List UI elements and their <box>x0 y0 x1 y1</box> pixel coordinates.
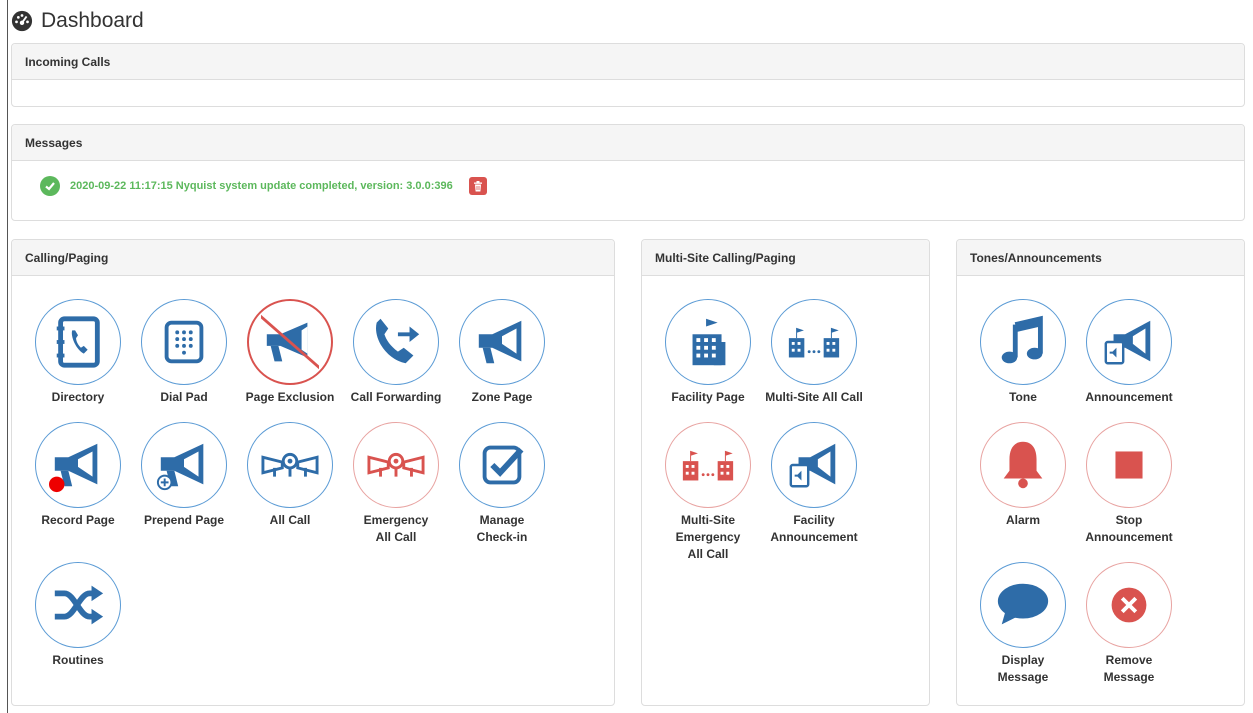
tones-announcements-header: Tones/Announcements <box>957 240 1244 276</box>
building-icon <box>692 318 726 366</box>
multi-building-emergency-icon <box>682 450 734 481</box>
stop-announcement-label: Stop Announcement <box>1085 513 1173 544</box>
all-call-tile[interactable]: All Call <box>240 422 340 529</box>
prepend-page-tile[interactable]: Prepend Page <box>134 422 234 529</box>
address-book-icon <box>56 316 100 368</box>
routines-label: Routines <box>52 653 104 667</box>
zone-page-tile[interactable]: Zone Page <box>452 299 552 406</box>
multi-building-icon <box>788 327 840 358</box>
announcement-tile[interactable]: Announcement <box>1079 299 1179 406</box>
facility-announcement-tile[interactable]: Facility Announcement <box>764 422 864 546</box>
tones-announcements-panel: Tones/Announcements Tone Announcement Al… <box>956 239 1245 706</box>
emergency-all-call-tile[interactable]: Emergency All Call <box>346 422 446 546</box>
display-message-label: Display Message <box>997 653 1049 684</box>
call-forwarding-label: Call Forwarding <box>350 390 442 404</box>
checkbox-icon <box>482 445 524 485</box>
megaphone-plus-icon <box>156 443 204 491</box>
record-page-tile[interactable]: Record Page <box>28 422 128 529</box>
trash-icon <box>473 180 482 191</box>
shuffle-icon <box>54 585 104 625</box>
check-circle-icon <box>40 176 60 196</box>
bell-icon <box>1003 441 1043 489</box>
music-note-icon <box>1001 315 1043 364</box>
calling-paging-header: Calling/Paging <box>12 240 614 276</box>
stop-announcement-tile[interactable]: Stop Announcement <box>1079 422 1179 546</box>
speech-bubble-icon <box>997 583 1049 625</box>
message-item: 2020-09-22 11:17:15 Nyquist system updat… <box>40 176 487 196</box>
multi-site-emergency-all-call-label: Multi-Site Emergency All Call <box>675 513 741 561</box>
delete-message-button[interactable] <box>468 177 487 195</box>
close-circle-icon <box>1111 587 1147 623</box>
alarm-tile[interactable]: Alarm <box>973 422 1073 529</box>
incoming-calls-header: Incoming Calls <box>12 44 1244 80</box>
megaphone-icon <box>478 320 522 364</box>
announcement-label: Announcement <box>1085 390 1173 404</box>
page-exclusion-label: Page Exclusion <box>245 390 335 404</box>
prepend-page-label: Prepend Page <box>143 513 225 527</box>
routines-tile[interactable]: Routines <box>28 562 128 669</box>
dashboard-gauge-icon <box>11 10 33 32</box>
stop-icon <box>1115 451 1143 479</box>
dial-pad-tile[interactable]: Dial Pad <box>134 299 234 406</box>
display-message-tile[interactable]: Display Message <box>973 562 1073 686</box>
messages-header: Messages <box>12 125 1244 161</box>
manage-check-in-label: Manage Check-in <box>476 513 528 544</box>
multi-site-header: Multi-Site Calling/Paging <box>642 240 929 276</box>
multi-site-emergency-all-call-tile[interactable]: Multi-Site Emergency All Call <box>658 422 758 563</box>
multi-site-all-call-label: Multi-Site All Call <box>765 390 863 404</box>
facility-page-tile[interactable]: Facility Page <box>658 299 758 406</box>
phone-forward-icon <box>376 318 420 364</box>
call-forwarding-tile[interactable]: Call Forwarding <box>346 299 446 406</box>
dialpad-icon <box>164 320 204 364</box>
zone-page-label: Zone Page <box>471 390 533 404</box>
dial-pad-label: Dial Pad <box>160 390 208 404</box>
facility-page-label: Facility Page <box>671 390 745 404</box>
all-call-icon <box>261 452 319 477</box>
facility-announcement-label: Facility Announcement <box>770 513 858 544</box>
emergency-all-call-icon <box>367 452 425 477</box>
record-page-label: Record Page <box>41 513 115 527</box>
directory-tile[interactable]: Directory <box>28 299 128 406</box>
tone-label: Tone <box>1009 390 1037 404</box>
directory-label: Directory <box>51 390 105 404</box>
megaphone-prohibited-icon <box>261 314 319 370</box>
incoming-calls-panel: Incoming Calls <box>11 43 1245 107</box>
page-exclusion-tile[interactable]: Page Exclusion <box>240 299 340 406</box>
tone-tile[interactable]: Tone <box>973 299 1073 406</box>
all-call-label: All Call <box>269 513 311 527</box>
multi-site-panel: Multi-Site Calling/Paging Facility Page … <box>641 239 930 706</box>
message-text: 2020-09-22 11:17:15 Nyquist system updat… <box>70 180 453 192</box>
page-title-text: Dashboard <box>41 9 144 32</box>
emergency-all-call-label: Emergency All Call <box>363 513 429 544</box>
remove-message-label: Remove Message <box>1103 653 1155 684</box>
alarm-label: Alarm <box>1005 513 1040 527</box>
page-title: Dashboard <box>11 9 144 33</box>
messages-panel: Messages 2020-09-22 11:17:15 Nyquist sys… <box>11 124 1245 221</box>
megaphone-file-icon <box>789 443 836 488</box>
megaphone-record-icon <box>49 443 98 493</box>
manage-check-in-tile[interactable]: Manage Check-in <box>452 422 552 546</box>
remove-message-tile[interactable]: Remove Message <box>1079 562 1179 686</box>
multi-site-all-call-tile[interactable]: Multi-Site All Call <box>764 299 864 406</box>
calling-paging-panel: Calling/Paging Directory Dial Pad Page E… <box>11 239 615 706</box>
megaphone-file-icon <box>1104 320 1151 365</box>
